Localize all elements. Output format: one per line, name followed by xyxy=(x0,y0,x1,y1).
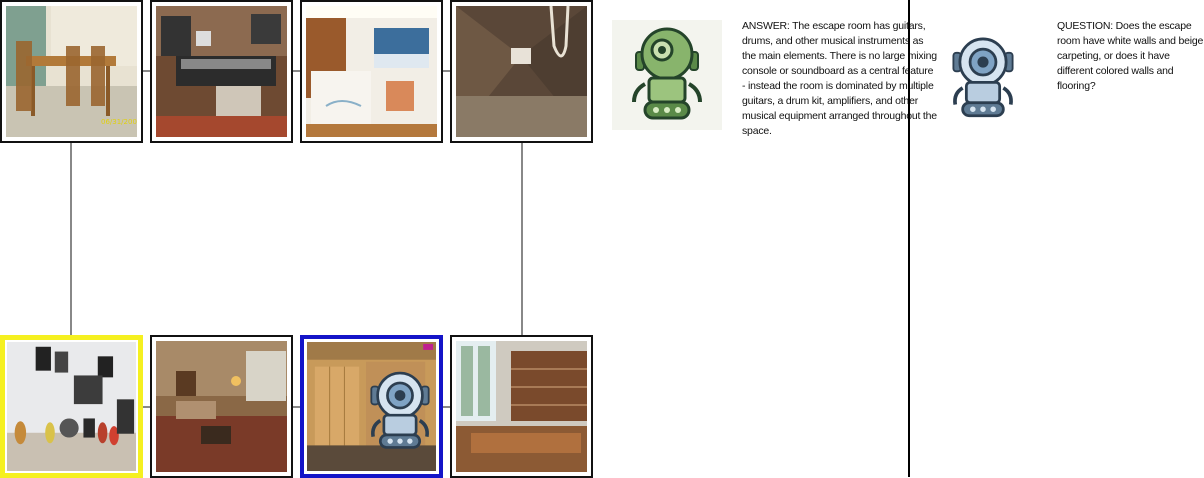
tile-living-room[interactable] xyxy=(150,335,293,478)
music-room-image xyxy=(7,342,136,471)
connector-line xyxy=(521,141,523,335)
connector-line xyxy=(70,141,72,335)
blue-robot-icon xyxy=(364,365,436,451)
library-image xyxy=(456,341,587,472)
tile-music-room[interactable] xyxy=(0,335,143,478)
reception-image xyxy=(306,6,437,137)
recording-studio-image xyxy=(156,6,287,137)
tile-reception[interactable] xyxy=(300,0,443,143)
tile-locker-room[interactable] xyxy=(300,335,443,478)
date-stamp: 06/31/2005 xyxy=(101,118,137,126)
living-room-image xyxy=(156,341,287,472)
tile-dining-room[interactable]: 06/31/2005 xyxy=(0,0,143,143)
tile-library[interactable] xyxy=(450,335,593,478)
question-text: QUESTION: Does the escape room have whit… xyxy=(1057,20,1204,92)
blue-robot-icon xyxy=(946,30,1020,120)
tile-recording-studio[interactable] xyxy=(150,0,293,143)
green-robot-icon xyxy=(612,20,722,130)
dining-room-image: 06/31/2005 xyxy=(6,6,137,137)
panel-divider xyxy=(908,0,910,477)
tile-attic[interactable] xyxy=(450,0,593,143)
attic-image xyxy=(456,6,587,137)
